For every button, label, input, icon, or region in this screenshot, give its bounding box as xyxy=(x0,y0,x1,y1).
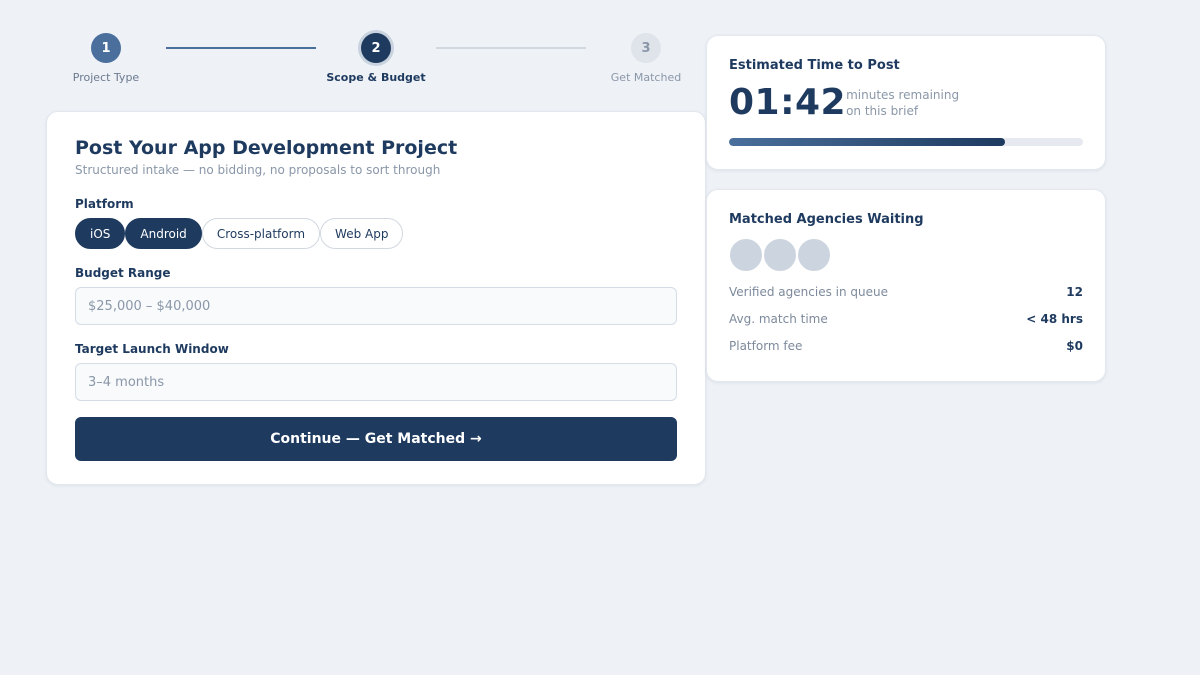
progress-stepper: 1 Project Type 2 Scope & Budget 3 Get Ma… xyxy=(46,33,706,89)
step-number-badge: 3 xyxy=(631,33,661,63)
time-progress-fill xyxy=(729,138,1006,146)
step-label: Project Type xyxy=(72,71,140,84)
page-title: Post Your App Development Project xyxy=(75,137,458,159)
budget-input[interactable] xyxy=(75,287,677,325)
time-estimate-card: Estimated Time to Post 01:42 minutes rem… xyxy=(706,35,1106,170)
step-number-badge: 1 xyxy=(91,33,121,63)
project-form-card: Post Your App Development Project Struct… xyxy=(46,111,706,485)
matched-agencies-card: Matched Agencies Waiting Verified agenci… xyxy=(706,189,1106,382)
page-subtitle: Structured intake — no bidding, no propo… xyxy=(75,163,441,177)
time-progress-bar xyxy=(729,138,1083,146)
platform-label: Platform xyxy=(75,197,134,211)
timer-note-line: minutes remaining xyxy=(846,88,960,102)
agency-avatar-stack xyxy=(729,238,1083,272)
step-project-type[interactable]: 1 Project Type xyxy=(46,33,166,84)
step-get-matched[interactable]: 3 Get Matched xyxy=(586,33,706,84)
agency-avatar xyxy=(797,238,831,272)
platform-chip-web-app[interactable]: Web App xyxy=(320,218,404,249)
continue-button[interactable]: Continue — Get Matched → xyxy=(75,417,677,461)
stat-label: Verified agencies in queue xyxy=(729,285,888,299)
timer-value: 01:42 xyxy=(729,82,847,123)
step-connector xyxy=(166,47,316,49)
stat-label: Avg. match time xyxy=(729,312,828,326)
timer-note: minutes remaining on this brief xyxy=(846,87,959,119)
stat-value: $0 xyxy=(1066,339,1083,353)
launch-window-label: Target Launch Window xyxy=(75,342,229,356)
stat-row-platform-fee: Platform fee $0 xyxy=(729,339,1083,353)
platform-chip-ios[interactable]: iOS xyxy=(75,218,126,249)
time-estimate-title: Estimated Time to Post xyxy=(729,58,900,73)
timer-row: 01:42 minutes remaining on this brief xyxy=(729,83,1083,123)
step-label: Get Matched xyxy=(610,71,682,84)
timer-note-line: on this brief xyxy=(846,104,919,118)
platform-chip-android[interactable]: Android xyxy=(125,218,202,249)
stat-value: 12 xyxy=(1066,285,1083,299)
platform-chip-cross-platform[interactable]: Cross-platform xyxy=(201,218,321,249)
stat-value: < 48 hrs xyxy=(1026,312,1083,326)
step-scope-budget[interactable]: 2 Scope & Budget xyxy=(316,33,436,84)
stat-row-agencies-in-queue: Verified agencies in queue 12 xyxy=(729,285,1083,299)
stat-row-avg-match-time: Avg. match time < 48 hrs xyxy=(729,312,1083,326)
matched-agencies-title: Matched Agencies Waiting xyxy=(729,212,924,227)
agency-avatar xyxy=(729,238,763,272)
step-number-badge: 2 xyxy=(361,33,391,63)
stat-label: Platform fee xyxy=(729,339,803,353)
launch-window-input[interactable] xyxy=(75,363,677,401)
step-connector xyxy=(436,47,586,49)
budget-label: Budget Range xyxy=(75,266,171,280)
agency-avatar xyxy=(763,238,797,272)
step-label: Scope & Budget xyxy=(326,71,426,84)
platform-chip-group: iOS Android Cross-platform Web App xyxy=(75,218,677,249)
